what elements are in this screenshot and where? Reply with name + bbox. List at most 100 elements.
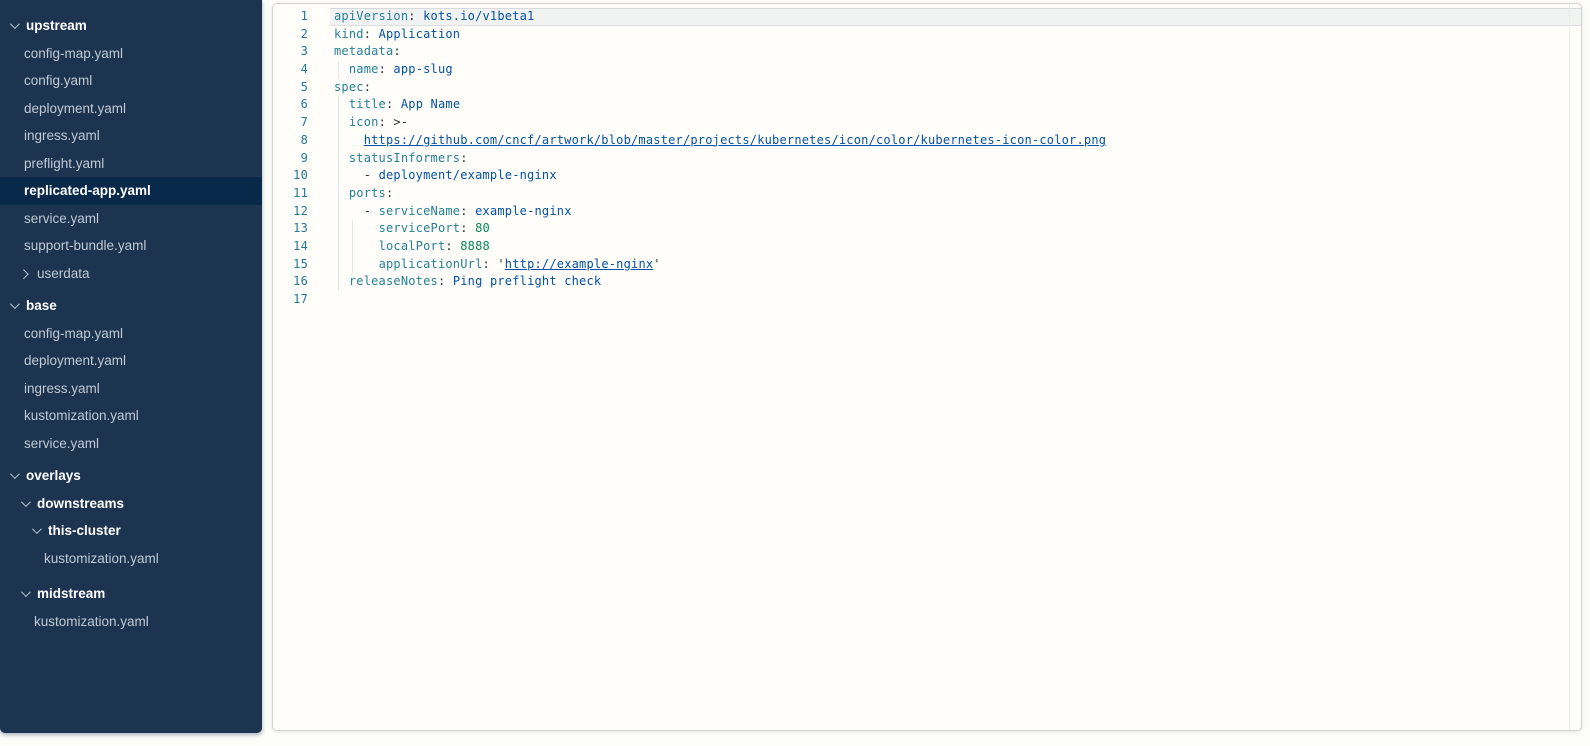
line-number[interactable]: 6 bbox=[273, 96, 308, 114]
yaml-number: 8888 bbox=[460, 239, 490, 253]
code-line-content[interactable]: name: app-slug bbox=[330, 61, 1581, 79]
indent-guide bbox=[338, 238, 339, 256]
tree-file-deployment-yaml[interactable]: deployment.yaml bbox=[0, 347, 262, 375]
code-line-content[interactable]: releaseNotes: Ping preflight check bbox=[330, 273, 1581, 291]
code-line-content[interactable]: - deployment/example-nginx bbox=[330, 167, 1581, 185]
yaml-link[interactable]: http://example-nginx bbox=[505, 257, 654, 271]
line-number[interactable]: 2 bbox=[273, 26, 308, 44]
yaml-punctuation: : bbox=[445, 239, 460, 253]
tree-folder-midstream[interactable]: midstream bbox=[0, 580, 262, 608]
tree-item-label: kustomization.yaml bbox=[24, 408, 139, 423]
tree-item-label: ingress.yaml bbox=[24, 128, 100, 143]
tree-item-label: config-map.yaml bbox=[24, 46, 123, 61]
tree-folder-overlays[interactable]: overlays bbox=[0, 462, 262, 490]
yaml-punctuation bbox=[334, 151, 349, 165]
code-line-content[interactable]: spec: bbox=[330, 79, 1581, 97]
tree-item-label: service.yaml bbox=[24, 211, 99, 226]
line-number[interactable]: 11 bbox=[273, 185, 308, 203]
tree-item-label: this-cluster bbox=[48, 523, 121, 538]
code-line: 14 localPort: 8888 bbox=[273, 238, 1581, 256]
indent-guide bbox=[338, 96, 339, 114]
tree-file-kustomization-yaml[interactable]: kustomization.yaml bbox=[0, 402, 262, 430]
tree-folder-userdata[interactable]: userdata bbox=[0, 260, 262, 288]
code-line: 10 - deployment/example-nginx bbox=[273, 167, 1581, 185]
tree-file-service-yaml[interactable]: service.yaml bbox=[0, 205, 262, 233]
yaml-key: spec bbox=[334, 80, 364, 94]
indent-guide bbox=[338, 132, 339, 150]
tree-file-ingress-yaml[interactable]: ingress.yaml bbox=[0, 375, 262, 403]
tree-file-kustomization-yaml[interactable]: kustomization.yaml bbox=[0, 608, 262, 636]
code-line-content[interactable]: kind: Application bbox=[330, 26, 1581, 44]
line-number[interactable]: 12 bbox=[273, 203, 308, 221]
line-number[interactable]: 3 bbox=[273, 43, 308, 61]
code-line-content[interactable]: statusInformers: bbox=[330, 150, 1581, 168]
tree-file-replicated-app-yaml[interactable]: replicated-app.yaml bbox=[0, 177, 262, 205]
line-number[interactable]: 9 bbox=[273, 150, 308, 168]
editor-scrollbar-track[interactable] bbox=[1569, 4, 1570, 730]
tree-folder-upstream[interactable]: upstream bbox=[0, 12, 262, 40]
line-number[interactable]: 16 bbox=[273, 273, 308, 291]
code-line-content[interactable]: servicePort: 80 bbox=[330, 220, 1581, 238]
chevron-down-icon[interactable] bbox=[21, 587, 31, 597]
code-line: 16 releaseNotes: Ping preflight check bbox=[273, 273, 1581, 291]
tree-file-deployment-yaml[interactable]: deployment.yaml bbox=[0, 95, 262, 123]
chevron-down-icon[interactable] bbox=[10, 19, 20, 29]
code-line-content[interactable]: ports: bbox=[330, 185, 1581, 203]
code-line: 7 icon: >- bbox=[273, 114, 1581, 132]
code-line-content[interactable] bbox=[330, 291, 1581, 309]
tree-file-preflight-yaml[interactable]: preflight.yaml bbox=[0, 150, 262, 178]
tree-file-config-yaml[interactable]: config.yaml bbox=[0, 67, 262, 95]
chevron-down-icon[interactable] bbox=[10, 469, 20, 479]
line-number[interactable]: 4 bbox=[273, 61, 308, 79]
line-number[interactable]: 1 bbox=[273, 8, 308, 26]
tree-file-kustomization-yaml[interactable]: kustomization.yaml bbox=[0, 545, 262, 573]
tree-file-support-bundle-yaml[interactable]: support-bundle.yaml bbox=[0, 232, 262, 260]
yaml-key: statusInformers bbox=[349, 151, 460, 165]
tree-folder-downstreams[interactable]: downstreams bbox=[0, 490, 262, 518]
line-number[interactable]: 5 bbox=[273, 79, 308, 97]
tree-file-config-map-yaml[interactable]: config-map.yaml bbox=[0, 320, 262, 348]
line-number[interactable]: 10 bbox=[273, 167, 308, 185]
yaml-code-editor[interactable]: 1 apiVersion: kots.io/v1beta1 2 kind: Appli… bbox=[272, 3, 1582, 731]
code-line: 17 bbox=[273, 291, 1581, 309]
yaml-punctuation bbox=[334, 97, 349, 111]
line-number[interactable]: 8 bbox=[273, 132, 308, 150]
tree-folder-this-cluster[interactable]: this-cluster bbox=[0, 517, 262, 545]
tree-folder-base[interactable]: base bbox=[0, 292, 262, 320]
line-number[interactable]: 15 bbox=[273, 256, 308, 274]
code-line: 13 servicePort: 80 bbox=[273, 220, 1581, 238]
line-number[interactable]: 17 bbox=[273, 291, 308, 309]
yaml-link[interactable]: https://github.com/cncf/artwork/blob/mas… bbox=[364, 133, 1106, 147]
code-line-content[interactable]: localPort: 8888 bbox=[330, 238, 1581, 256]
indent-guide bbox=[352, 256, 353, 274]
yaml-key: applicationUrl bbox=[379, 257, 483, 271]
yaml-punctuation: : bbox=[386, 186, 393, 200]
code-line-content[interactable]: https://github.com/cncf/artwork/blob/mas… bbox=[330, 132, 1581, 150]
yaml-value: Ping preflight check bbox=[453, 274, 602, 288]
code-line-content[interactable]: applicationUrl: 'http://example-nginx' bbox=[330, 256, 1581, 274]
line-number[interactable]: 13 bbox=[273, 220, 308, 238]
yaml-punctuation bbox=[334, 115, 349, 129]
tree-item-label: config.yaml bbox=[24, 73, 92, 88]
yaml-punctuation bbox=[334, 257, 379, 271]
yaml-punctuation: - bbox=[334, 204, 379, 218]
code-line: 8 https://github.com/cncf/artwork/blob/m… bbox=[273, 132, 1581, 150]
tree-file-ingress-yaml[interactable]: ingress.yaml bbox=[0, 122, 262, 150]
code-line-content[interactable]: - serviceName: example-nginx bbox=[330, 203, 1581, 221]
code-line-content[interactable]: metadata: bbox=[330, 43, 1581, 61]
chevron-down-icon[interactable] bbox=[32, 524, 42, 534]
yaml-punctuation: : bbox=[379, 62, 394, 76]
code-line-content[interactable]: title: App Name bbox=[330, 96, 1581, 114]
chevron-right-icon[interactable] bbox=[19, 269, 29, 279]
tree-file-service-yaml[interactable]: service.yaml bbox=[0, 430, 262, 458]
line-number[interactable]: 14 bbox=[273, 238, 308, 256]
chevron-down-icon[interactable] bbox=[21, 497, 31, 507]
line-number[interactable]: 7 bbox=[273, 114, 308, 132]
chevron-down-icon[interactable] bbox=[10, 299, 20, 309]
yaml-punctuation: : >- bbox=[379, 115, 409, 129]
code-line-content[interactable]: icon: >- bbox=[330, 114, 1581, 132]
yaml-punctuation: : bbox=[393, 44, 400, 58]
tree-file-config-map-yaml[interactable]: config-map.yaml bbox=[0, 40, 262, 68]
indent-guide bbox=[352, 238, 353, 256]
code-line-content-active[interactable]: apiVersion: kots.io/v1beta1 bbox=[330, 8, 1581, 26]
